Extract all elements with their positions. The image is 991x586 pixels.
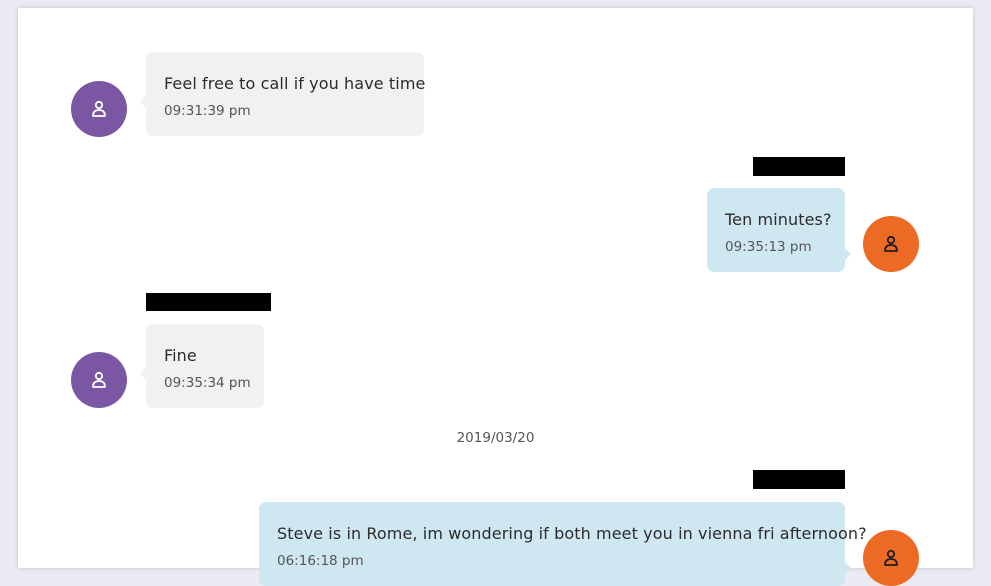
user-icon [92, 100, 106, 117]
chat-panel: Feel free to call if you have time 09:31… [18, 8, 973, 586]
user-icon [884, 549, 898, 566]
message-bubble-incoming[interactable]: Feel free to call if you have time 09:31… [140, 52, 426, 136]
contact-avatar[interactable] [71, 81, 127, 137]
user-icon [92, 371, 106, 388]
message-text: Steve is in Rome, im wondering if both m… [277, 524, 867, 543]
message-text: Ten minutes? [725, 210, 832, 229]
message-text: Feel free to call if you have time [164, 74, 426, 93]
redacted-sender-name [753, 157, 845, 176]
message-bubble-incoming[interactable]: Fine 09:35:34 pm [140, 324, 264, 408]
message-timestamp: 09:35:13 pm [725, 239, 812, 255]
date-separator: 2019/03/20 [456, 430, 535, 446]
message-timestamp: 06:16:18 pm [277, 553, 364, 569]
message-text: Fine [164, 346, 197, 365]
own-avatar[interactable] [863, 216, 919, 272]
user-icon [884, 235, 898, 252]
message-bubble-outgoing[interactable]: Ten minutes? 09:35:13 pm [707, 188, 851, 272]
redacted-sender-name [753, 470, 845, 489]
own-avatar[interactable] [863, 530, 919, 586]
contact-avatar[interactable] [71, 352, 127, 408]
message-bubble-outgoing[interactable]: Steve is in Rome, im wondering if both m… [259, 502, 867, 586]
message-timestamp: 09:31:39 pm [164, 103, 251, 119]
redacted-sender-name [146, 293, 271, 311]
message-timestamp: 09:35:34 pm [164, 375, 251, 391]
